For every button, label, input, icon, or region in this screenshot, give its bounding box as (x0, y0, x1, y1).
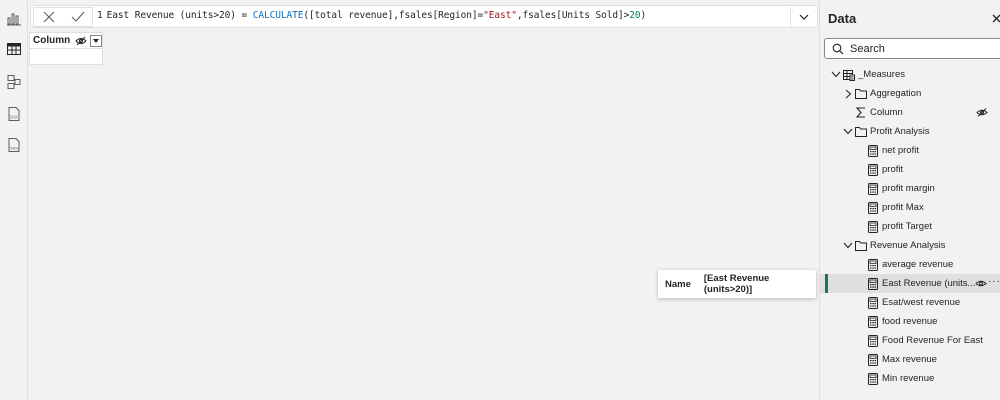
measure-item[interactable]: food revenue (820, 312, 1000, 331)
calculator-icon (867, 220, 879, 233)
folder-item[interactable]: Profit Analysis (820, 122, 1000, 141)
dax-query-view-icon[interactable]: DAX (4, 104, 24, 124)
caret-down-icon (93, 39, 99, 43)
folder-item[interactable]: Revenue Analysis (820, 236, 1000, 255)
calculator-icon (867, 163, 879, 176)
calculator-icon (867, 258, 879, 271)
table-grid: Column (29, 32, 103, 65)
tree-item-label: Esat/west revenue (882, 297, 961, 308)
chevron-down-icon[interactable] (843, 127, 853, 137)
chevron-right-icon[interactable] (843, 89, 853, 99)
tree-item-label: average revenue (882, 259, 954, 270)
close-icon (992, 14, 1000, 23)
calculator-icon (867, 334, 879, 347)
expand-formula-button[interactable] (790, 7, 816, 27)
table-icon (843, 69, 855, 81)
chevron-down-icon[interactable] (831, 70, 841, 80)
chevron-down-icon[interactable] (843, 241, 853, 251)
column-header-label: Column (33, 35, 71, 46)
sigma-icon (855, 107, 867, 119)
tree-item-label: net profit (882, 145, 919, 156)
data-pane: Data Search _Measures Aggregation Column Pr… (819, 0, 1000, 400)
measure-item[interactable]: profit Max (820, 198, 1000, 217)
name-tooltip: Name [East Revenue (units>20)] (658, 270, 816, 298)
formula-actions (33, 7, 93, 27)
svg-text:TMDL: TMDL (8, 146, 20, 151)
formula-bar[interactable]: 1 East Revenue (units>20) = CALCULATE([to… (30, 5, 818, 28)
calculator-icon (867, 144, 879, 157)
measure-item[interactable]: profit Target (820, 217, 1000, 236)
column-filter-dropdown[interactable] (90, 35, 102, 47)
search-input[interactable]: Search (824, 38, 1000, 59)
measure-item[interactable]: Esat/west revenue (820, 293, 1000, 312)
measure-item[interactable]: East Revenue (units... ··· (820, 274, 1000, 293)
measure-item[interactable]: average revenue (820, 255, 1000, 274)
measure-item[interactable]: profit margin (820, 179, 1000, 198)
search-icon (832, 43, 844, 54)
view-switcher-rail: DAX TMDL (0, 0, 28, 400)
data-pane-title: Data (828, 11, 857, 26)
more-options-icon[interactable]: ··· (988, 276, 1000, 287)
search-placeholder: Search (850, 42, 885, 55)
model-view-icon[interactable] (4, 72, 24, 92)
folder-icon (855, 126, 867, 138)
tree-item-label: Min revenue (882, 373, 935, 384)
calculator-icon (867, 315, 879, 328)
folder-icon (855, 88, 867, 100)
calculator-icon (867, 372, 879, 385)
measure-item[interactable]: net profit (820, 141, 1000, 160)
measure-item[interactable]: Max revenue (820, 350, 1000, 369)
tooltip-value: [East Revenue (units>20)] (703, 273, 770, 295)
tmdl-view-icon[interactable]: TMDL (4, 135, 24, 155)
tree-item-label: Column (870, 107, 903, 118)
tree-item-label: Aggregation (870, 88, 922, 99)
commit-check-icon[interactable] (68, 8, 88, 26)
formula-token: ) (640, 10, 647, 21)
calculator-icon (867, 201, 879, 214)
folder-icon (855, 240, 867, 252)
tree-item-label: profit margin (882, 183, 935, 194)
formula-token: ([total revenue],fsales[Region]= (303, 10, 484, 21)
measure-item[interactable]: Food Revenue For East (820, 331, 1000, 350)
calculator-icon (867, 353, 879, 366)
tree-item-label: Revenue Analysis (870, 240, 946, 251)
formula-line-number: 1 (97, 10, 103, 21)
table-view-icon[interactable] (4, 39, 24, 59)
selection-indicator (825, 274, 828, 293)
formula-token: ,fsales[Units Sold]> (516, 10, 630, 21)
tooltip-label: Name (665, 278, 691, 290)
tree-item-label: profit (882, 164, 904, 175)
cancel-icon[interactable] (39, 8, 59, 26)
formula-token: "East" (483, 10, 517, 21)
formula-token: East Revenue (units>20) = (106, 10, 253, 21)
column-item[interactable]: Column (820, 103, 1000, 122)
hidden-eye-icon (976, 108, 988, 117)
calculator-icon (867, 182, 879, 195)
tree-item-label: _Measures (858, 69, 905, 80)
tree-item-label: East Revenue (units... (882, 278, 976, 289)
formula-token: CALCULATE (252, 10, 304, 21)
measure-item[interactable]: Min revenue (820, 369, 1000, 388)
table-item[interactable]: _Measures (820, 65, 1000, 84)
formula-token: 20 (629, 10, 641, 21)
tree-item-label: profit Max (882, 202, 924, 213)
svg-text:DAX: DAX (9, 115, 18, 120)
visibility-eye-icon[interactable] (975, 279, 987, 288)
folder-item[interactable]: Aggregation (820, 84, 1000, 103)
calculator-icon (867, 296, 879, 309)
measure-item[interactable]: profit (820, 160, 1000, 179)
hidden-eye-icon (75, 36, 87, 46)
close-pane-button[interactable] (992, 10, 1000, 26)
tree-item-label: Max revenue (882, 354, 937, 365)
report-view-icon[interactable] (4, 8, 24, 28)
calculator-icon (867, 277, 879, 290)
tree-item-label: Food Revenue For East (882, 335, 983, 346)
tree-item-label: Profit Analysis (870, 126, 930, 137)
tree-item-label: food revenue (882, 316, 938, 327)
chevron-down-icon (799, 14, 808, 20)
dax-formula-text[interactable]: 1 East Revenue (units>20) = CALCULATE([to… (97, 10, 646, 21)
tree-item-label: profit Target (882, 221, 932, 232)
formula-tokens: East Revenue (units>20) = CALCULATE([tot… (107, 10, 647, 21)
